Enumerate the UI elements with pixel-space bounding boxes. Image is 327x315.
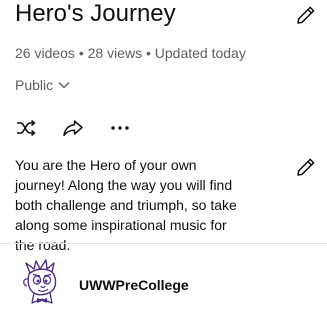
playlist-stats: 26 videos • 28 views • Updated today — [15, 45, 246, 61]
shuffle-icon — [17, 119, 36, 137]
playlist-title: Hero's Journey — [15, 0, 176, 27]
pencil-icon — [297, 158, 315, 176]
edit-title-button[interactable] — [294, 3, 318, 27]
more-actions-button[interactable] — [108, 116, 132, 140]
section-divider — [0, 243, 327, 244]
mascot-avatar-icon — [23, 259, 57, 304]
more-horizontal-icon — [111, 126, 129, 130]
pencil-icon — [297, 6, 315, 24]
channel-name[interactable]: UWWPreCollege — [79, 277, 189, 293]
privacy-label: Public — [15, 77, 54, 93]
edit-description-button[interactable] — [294, 155, 318, 179]
playlist-description: You are the Hero of your own journey! Al… — [15, 157, 237, 253]
chevron-down-icon — [58, 82, 70, 89]
channel-avatar[interactable] — [20, 259, 64, 309]
privacy-dropdown[interactable]: Public — [15, 76, 70, 94]
playlist-actions — [14, 116, 132, 140]
share-button[interactable] — [61, 116, 85, 140]
shuffle-button[interactable] — [14, 116, 38, 140]
share-icon — [63, 120, 83, 137]
